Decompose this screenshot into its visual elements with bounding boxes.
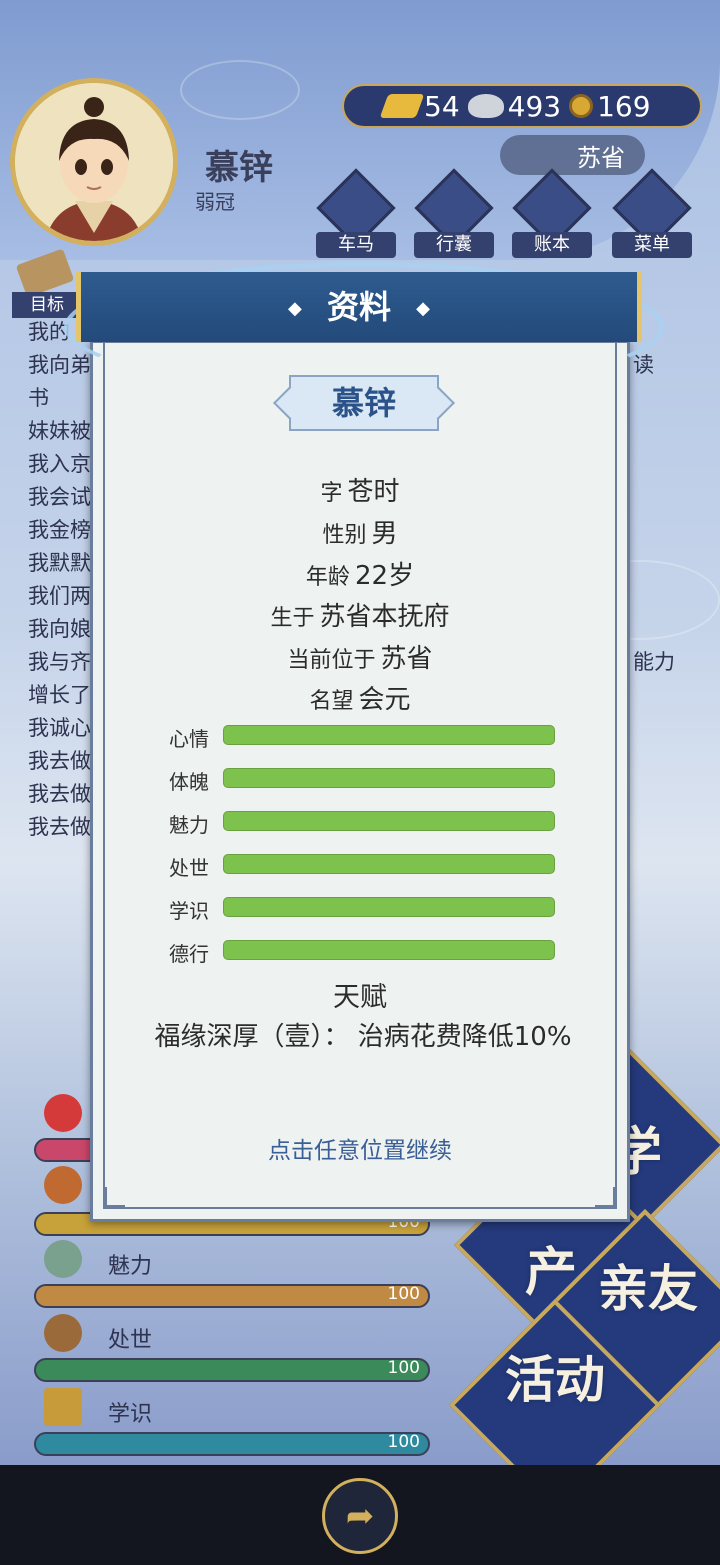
family-button-label: 亲友 bbox=[598, 1260, 698, 1318]
profile-modal[interactable]: 慕锌 字 苍时 性别 男 年龄 22岁 生于 苏省本抚府 当前位于 苏省 名望 … bbox=[90, 340, 630, 1222]
bar-label-virtue: 德行 bbox=[169, 942, 209, 966]
stat-bar-charm: 100 bbox=[34, 1284, 430, 1308]
info-current-location: 当前位于 苏省 bbox=[93, 638, 627, 675]
info-key: 生于 bbox=[270, 606, 315, 631]
nav-ledger-button[interactable]: 账本 bbox=[512, 168, 592, 260]
bar-label-knowledge: 学识 bbox=[169, 899, 209, 923]
stat-label: 处世 bbox=[108, 1328, 153, 1353]
info-value: 苏省 bbox=[380, 644, 433, 674]
mood-icon bbox=[44, 1094, 82, 1132]
info-reputation: 名望 会元 bbox=[93, 679, 627, 716]
info-value: 会元 bbox=[358, 685, 411, 715]
bar-physique bbox=[223, 768, 555, 788]
talent-description: 福缘深厚（壹）： 治病花费降低10% bbox=[154, 1022, 572, 1052]
stat-bar-conduct: 100 bbox=[34, 1358, 430, 1382]
nav-label: 行囊 bbox=[414, 232, 494, 258]
location-label: 苏省 bbox=[577, 143, 625, 172]
books-icon bbox=[44, 1388, 82, 1426]
stat-label: 魅力 bbox=[108, 1254, 153, 1279]
nav-menu-button[interactable]: 菜单 bbox=[612, 168, 692, 260]
stat-value: 100 bbox=[387, 1432, 420, 1452]
location-badge[interactable]: 苏省 bbox=[500, 135, 645, 175]
player-name: 慕锌 bbox=[205, 148, 273, 188]
info-key: 字 bbox=[320, 481, 343, 506]
bar-label-conduct: 处世 bbox=[169, 856, 209, 880]
diamond-bullet-icon: ◆ bbox=[288, 298, 302, 319]
bar-knowledge bbox=[223, 897, 555, 917]
frame-corner bbox=[595, 1187, 615, 1207]
bar-virtue bbox=[223, 940, 555, 960]
gold-ingot-icon bbox=[379, 94, 425, 118]
bar-charm bbox=[223, 811, 555, 831]
player-avatar[interactable] bbox=[10, 78, 178, 246]
info-value: 22岁 bbox=[355, 561, 415, 591]
log-line-tail: 能力 bbox=[633, 650, 675, 674]
frame-corner bbox=[105, 1187, 125, 1207]
bar-conduct bbox=[223, 854, 555, 874]
info-value: 苏省本抚府 bbox=[319, 602, 450, 632]
modal-header: ◆ 资料 ◆ bbox=[76, 272, 642, 342]
stat-label: 学识 bbox=[108, 1402, 153, 1427]
bar-label-charm: 魅力 bbox=[169, 813, 209, 837]
silver-count: 493 bbox=[507, 89, 562, 123]
info-birthplace: 生于 苏省本抚府 bbox=[93, 596, 627, 633]
info-value: 苍时 bbox=[347, 477, 400, 507]
bar-label-mood: 心情 bbox=[169, 727, 209, 751]
body-icon bbox=[44, 1166, 82, 1204]
share-icon: ➦ bbox=[345, 1496, 375, 1536]
share-button[interactable]: ➦ bbox=[322, 1478, 398, 1554]
stat-bar-knowledge: 100 bbox=[34, 1432, 430, 1456]
info-courtesy-name: 字 苍时 bbox=[93, 471, 627, 508]
continue-hint[interactable]: 点击任意位置继续 bbox=[93, 1131, 627, 1165]
info-key: 性别 bbox=[322, 523, 367, 548]
info-value: 男 bbox=[371, 519, 398, 549]
stat-value: 100 bbox=[387, 1284, 420, 1304]
conduct-icon bbox=[44, 1314, 82, 1352]
talent-title: 天赋 bbox=[333, 982, 387, 1013]
info-gender: 性别 男 bbox=[93, 513, 627, 550]
nav-carriage-button[interactable]: 车马 bbox=[316, 168, 396, 260]
nav-label: 菜单 bbox=[612, 232, 692, 258]
info-age: 年龄 22岁 bbox=[93, 555, 627, 592]
silver-ingot-icon bbox=[467, 94, 504, 118]
info-key: 当前位于 bbox=[287, 648, 376, 673]
cloud-decoration bbox=[180, 60, 300, 120]
info-key: 年龄 bbox=[305, 565, 350, 590]
charm-icon bbox=[44, 1240, 82, 1278]
stat-value: 100 bbox=[387, 1358, 420, 1378]
gold-count: 54 bbox=[424, 89, 460, 123]
diamond-bullet-icon: ◆ bbox=[416, 298, 430, 319]
scroll-icon bbox=[15, 248, 75, 298]
coin-icon bbox=[569, 94, 594, 118]
target-button[interactable]: 目标 bbox=[12, 248, 82, 318]
player-age-title: 弱冠 bbox=[195, 190, 235, 214]
coin-count: 169 bbox=[597, 89, 651, 123]
bar-mood bbox=[223, 725, 555, 745]
modal-title: 资料 bbox=[326, 288, 391, 326]
bar-label-physique: 体魄 bbox=[169, 770, 209, 794]
nav-label: 账本 bbox=[512, 232, 592, 258]
activity-button-label: 活动 bbox=[505, 1351, 605, 1409]
info-key: 名望 bbox=[309, 689, 354, 714]
nav-bag-button[interactable]: 行囊 bbox=[414, 168, 494, 260]
nav-label: 车马 bbox=[316, 232, 396, 258]
currency-bar: 54 493 169 bbox=[342, 84, 702, 128]
